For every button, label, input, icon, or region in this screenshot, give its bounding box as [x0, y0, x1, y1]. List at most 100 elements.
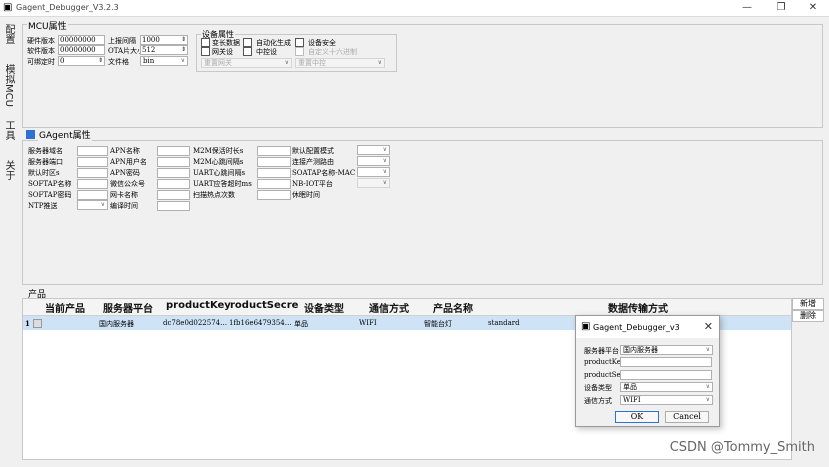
close-icon[interactable]: ✕	[798, 1, 828, 15]
gagent-input[interactable]	[77, 179, 108, 189]
product-secret-input[interactable]	[620, 370, 712, 380]
row-index: 1	[25, 319, 30, 328]
cancel-button[interactable]: Cancel	[665, 411, 709, 423]
platform-select[interactable]: 国内服务器 ∨	[620, 345, 713, 355]
column-header[interactable]: 产品名称	[433, 300, 473, 315]
tab-simulate-mcu[interactable]: 模拟MCU	[2, 64, 16, 107]
gagent-select[interactable]: ∨	[357, 156, 390, 166]
auto-generate-checkbox[interactable]	[243, 38, 252, 47]
gagent-label: APN名称	[110, 147, 140, 155]
chevron-down-icon: ∨	[382, 157, 387, 164]
chevron-down-icon: ∨	[382, 179, 387, 186]
spinner-icon[interactable]: ⇕	[98, 57, 103, 65]
tab-tools[interactable]: 工具	[2, 120, 16, 140]
gagent-input[interactable]	[257, 190, 291, 200]
reset-gateway-select[interactable]: 重置网关 ∨	[201, 58, 292, 68]
app-icon: ▣	[581, 321, 591, 332]
cell-device-type: 单品	[294, 320, 308, 328]
add-button[interactable]: 新增	[792, 298, 824, 310]
ok-button[interactable]: OK	[615, 411, 659, 423]
device-security-checkbox[interactable]	[295, 38, 304, 47]
gagent-enable-checkbox[interactable]	[26, 130, 35, 139]
dialog-title-bar: ▣ Gagent_Debugger_v3 ✕	[576, 316, 719, 338]
comm-mode-value: WIFI	[623, 396, 641, 404]
column-header[interactable]: 数据传输方式	[608, 300, 668, 315]
gagent-input[interactable]	[157, 179, 190, 189]
delete-button[interactable]: 删除	[792, 310, 824, 322]
platform-label: 服务器平台	[584, 347, 619, 355]
gagent-label: NB-IOT平台	[292, 180, 333, 188]
column-header[interactable]: 服务器平台	[103, 300, 153, 315]
gateway-device-checkbox[interactable]	[201, 47, 210, 56]
comm-mode-select[interactable]: WIFI ∨	[620, 395, 713, 405]
gagent-label: 服务器域名	[28, 147, 63, 155]
watermark: CSDN @Tommy_Smith	[669, 440, 815, 455]
reset-central-select[interactable]: 重置中控 ∨	[295, 58, 385, 68]
custom-hex-label: 自定义十六进制	[308, 48, 357, 56]
variable-length-checkbox[interactable]	[201, 38, 210, 47]
tab-about[interactable]: 关于	[2, 160, 16, 180]
gagent-group-title: GAgent属性	[38, 128, 92, 141]
bind-time-input[interactable]: 0 ⇕	[58, 56, 105, 66]
restore-icon[interactable]: ❐	[766, 1, 796, 15]
gagent-input[interactable]	[77, 146, 108, 156]
add-product-dialog: ▣ Gagent_Debugger_v3 ✕ 服务器平台 国内服务器 ∨ prod…	[575, 315, 720, 427]
gagent-input[interactable]	[157, 157, 190, 167]
gagent-label: NTP推送	[28, 202, 58, 210]
chevron-down-icon: ∨	[100, 201, 105, 208]
spinner-icon[interactable]: ⇕	[181, 46, 186, 54]
chevron-down-icon: ∨	[705, 383, 710, 390]
column-header[interactable]: 设备类型	[304, 300, 344, 315]
gagent-input[interactable]	[257, 179, 291, 189]
dialog-title: Gagent_Debugger_v3	[593, 323, 680, 332]
ntp-push-select[interactable]: ∨	[77, 200, 108, 210]
gagent-input[interactable]	[257, 157, 291, 167]
gagent-input[interactable]	[257, 146, 291, 156]
spinner-icon[interactable]: ⇕	[181, 36, 186, 44]
minimize-icon[interactable]: —	[732, 1, 762, 15]
tab-config[interactable]: 配置	[2, 24, 16, 44]
column-header[interactable]: roductSecre	[230, 300, 298, 311]
gagent-select[interactable]: ∨	[357, 178, 390, 188]
column-header[interactable]: 当前产品	[45, 300, 85, 315]
file-format-select[interactable]: bin ∨	[140, 56, 188, 66]
file-format-label: 文件格	[108, 58, 129, 66]
side-tab-bar: 配置 模拟MCU 工具 关于	[0, 18, 18, 467]
ota-size-input[interactable]: 512 ⇕	[140, 45, 188, 55]
chevron-down-icon: ∨	[284, 59, 289, 66]
reset-gateway-value: 重置网关	[204, 59, 232, 67]
device-type-value: 单品	[623, 383, 637, 391]
current-product-checkbox[interactable]	[33, 319, 42, 328]
gagent-select[interactable]: ∨	[357, 167, 390, 177]
gagent-input[interactable]	[257, 168, 291, 178]
product-key-input[interactable]	[620, 357, 712, 367]
gagent-input[interactable]	[157, 190, 190, 200]
mcu-group-title: MCU属性	[27, 19, 68, 32]
table-header: 当前产品 服务器平台 productKey roductSecre 设备类型 通…	[23, 299, 791, 316]
device-type-select[interactable]: 单品 ∨	[620, 382, 713, 392]
cell-product-secret: 1fb16e6479354…	[229, 319, 292, 327]
gagent-label: 默认时区s	[28, 169, 60, 177]
custom-hex-checkbox[interactable]	[295, 47, 304, 56]
close-icon[interactable]: ✕	[704, 320, 713, 333]
gagent-select[interactable]: ∨	[357, 145, 390, 155]
app-icon: ▣	[3, 2, 13, 13]
gagent-label: SOFTAP密码	[28, 191, 72, 199]
central-control-checkbox[interactable]	[243, 47, 252, 56]
gagent-label: 网卡名称	[110, 191, 138, 199]
gagent-label: 编译时间	[110, 202, 138, 210]
gagent-label: 休眠时间	[292, 191, 320, 199]
gagent-input[interactable]	[157, 201, 190, 211]
gagent-input[interactable]	[77, 190, 108, 200]
column-header[interactable]: productKey	[166, 300, 231, 311]
column-header[interactable]: 通信方式	[369, 300, 409, 315]
chevron-down-icon: ∨	[382, 146, 387, 153]
product-key-label: productKe	[584, 358, 620, 366]
report-interval-input[interactable]: 1000 ⇕	[140, 35, 188, 45]
gagent-input[interactable]	[157, 146, 190, 156]
hw-version-input[interactable]: 00000000	[58, 35, 105, 45]
gagent-input[interactable]	[77, 168, 108, 178]
gagent-input[interactable]	[157, 168, 190, 178]
sw-version-input[interactable]: 00000000	[58, 45, 105, 55]
gagent-input[interactable]	[77, 157, 108, 167]
